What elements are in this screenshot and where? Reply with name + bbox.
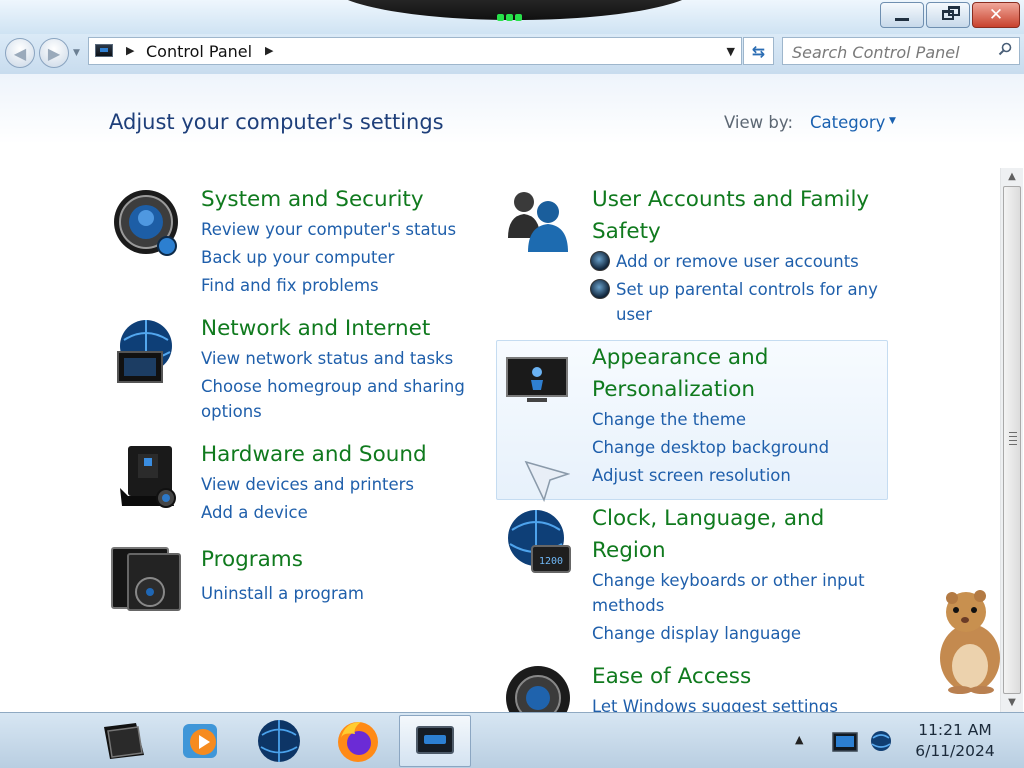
show-hidden-icons-button[interactable]: ▲ [795, 733, 803, 746]
control-panel-icon [416, 726, 454, 754]
search-input[interactable] [783, 38, 999, 66]
breadcrumb-arrow-icon[interactable]: ▶ [265, 44, 273, 57]
control-panel-taskbar-button[interactable] [399, 715, 471, 767]
link-add-device[interactable]: Add a device [201, 500, 308, 525]
scroll-grip-icon [1009, 432, 1017, 446]
svg-text:1200: 1200 [539, 556, 563, 567]
breadcrumb-arrow-icon[interactable]: ▶ [126, 44, 134, 57]
users-icon[interactable] [504, 186, 576, 258]
recent-pages-dropdown[interactable]: ▼ [73, 48, 80, 58]
close-button[interactable]: ✕ [972, 2, 1020, 28]
file-explorer-icon [104, 723, 144, 759]
category-title-system-and-security[interactable]: System and Security [201, 184, 424, 216]
link-parental-controls-cont[interactable]: user [616, 302, 652, 327]
link-uninstall-program[interactable]: Uninstall a program [201, 581, 364, 606]
scroll-down-icon[interactable]: ▼ [1001, 694, 1023, 712]
scroll-up-icon[interactable]: ▲ [1001, 168, 1023, 186]
globe-network-icon[interactable] [110, 318, 182, 390]
category-title-clock-line1[interactable]: Clock, Language, and [592, 503, 824, 535]
link-change-theme[interactable]: Change the theme [592, 407, 746, 432]
link-homegroup-sharing[interactable]: Choose homegroup and sharing [201, 374, 465, 399]
minimize-button[interactable] [880, 2, 924, 28]
link-change-background[interactable]: Change desktop background [592, 435, 829, 460]
close-icon: ✕ [988, 4, 1004, 25]
window-controls: ✕ [878, 2, 1020, 28]
breadcrumb-control-panel[interactable]: Control Panel [146, 42, 252, 61]
refresh-icon: ⇆ [751, 41, 766, 61]
category-title-appearance-line2[interactable]: Personalization [592, 374, 755, 406]
page-title: Adjust your computer's settings [109, 110, 444, 134]
link-parental-controls[interactable]: Set up parental controls for any [616, 277, 878, 302]
shield-icon[interactable] [112, 188, 184, 260]
control-panel-small-icon [95, 44, 113, 57]
minimize-icon [895, 17, 909, 21]
restore-button[interactable] [926, 2, 970, 28]
hamster-mascot-icon [940, 590, 1000, 694]
clock-time: 11:21 AM [918, 721, 992, 739]
link-screen-resolution[interactable]: Adjust screen resolution [592, 463, 791, 488]
link-display-language[interactable]: Change display language [592, 621, 801, 646]
view-by-label: View by: [724, 113, 793, 132]
media-player-button[interactable] [164, 715, 236, 767]
refresh-button[interactable]: ⇆ [743, 37, 774, 65]
printer-speaker-icon[interactable] [112, 444, 184, 516]
firefox-button[interactable] [322, 715, 394, 767]
category-title-ease-of-access[interactable]: Ease of Access [592, 661, 751, 693]
link-change-keyboards-cont[interactable]: methods [592, 593, 664, 618]
forward-arrow-icon: ▶ [47, 43, 61, 63]
media-player-icon [183, 724, 217, 758]
address-bar[interactable]: ▶ Control Panel ▶ ▼ [88, 37, 742, 65]
taskbar: ▲ 11:21 AM 6/11/2024 [0, 712, 1024, 768]
network-status-icon[interactable] [869, 729, 893, 753]
category-title-programs[interactable]: Programs [201, 544, 303, 576]
clock-date: 6/11/2024 [915, 742, 995, 760]
parental-controls-small-icon [590, 279, 610, 299]
mouse-cursor-icon [524, 460, 570, 502]
control-panel-content: Adjust your computer's settings View by:… [0, 74, 1024, 716]
link-find-fix-problems[interactable]: Find and fix problems [201, 273, 379, 298]
indicator-lights [497, 6, 527, 21]
monitor-icon[interactable] [505, 346, 577, 418]
category-title-network-and-internet[interactable]: Network and Internet [201, 313, 430, 345]
user-account-small-icon [590, 251, 610, 271]
category-title-clock-line2[interactable]: Region [592, 535, 666, 567]
restore-icon [942, 6, 960, 20]
browser-globe-button[interactable] [243, 715, 315, 767]
ease-of-access-icon[interactable] [504, 664, 576, 712]
link-back-up[interactable]: Back up your computer [201, 245, 394, 270]
link-homegroup-sharing-cont[interactable]: options [201, 399, 262, 424]
address-dropdown-icon[interactable]: ▼ [727, 45, 735, 58]
category-title-user-accounts-line1[interactable]: User Accounts and Family [592, 184, 869, 216]
category-title-user-accounts-line2[interactable]: Safety [592, 216, 661, 248]
link-add-remove-accounts[interactable]: Add or remove user accounts [616, 249, 859, 274]
back-arrow-icon: ◀ [13, 43, 27, 63]
view-by-caret-icon[interactable]: ▼ [889, 116, 896, 126]
forward-button[interactable]: ▶ [39, 38, 69, 68]
clock-globe-icon[interactable]: 1200 [504, 508, 576, 580]
link-change-keyboards[interactable]: Change keyboards or other input [592, 568, 865, 593]
search-box[interactable] [782, 37, 1020, 66]
back-button[interactable]: ◀ [5, 38, 35, 68]
programs-disc-icon[interactable] [110, 544, 182, 616]
search-icon[interactable] [998, 42, 1012, 56]
firefox-icon [338, 722, 378, 762]
category-title-appearance-line1[interactable]: Appearance and [592, 342, 768, 374]
system-clock[interactable]: 11:21 AM 6/11/2024 [900, 720, 1010, 762]
link-view-network-status[interactable]: View network status and tasks [201, 346, 453, 371]
action-center-icon[interactable] [832, 732, 858, 752]
browser-globe-icon [258, 720, 300, 762]
title-bar: ✕ [0, 0, 1024, 34]
link-view-devices-printers[interactable]: View devices and printers [201, 472, 414, 497]
category-title-hardware-and-sound[interactable]: Hardware and Sound [201, 439, 427, 471]
link-review-status[interactable]: Review your computer's status [201, 217, 456, 242]
file-explorer-button[interactable] [88, 715, 160, 767]
view-by-dropdown[interactable]: Category [810, 113, 885, 132]
